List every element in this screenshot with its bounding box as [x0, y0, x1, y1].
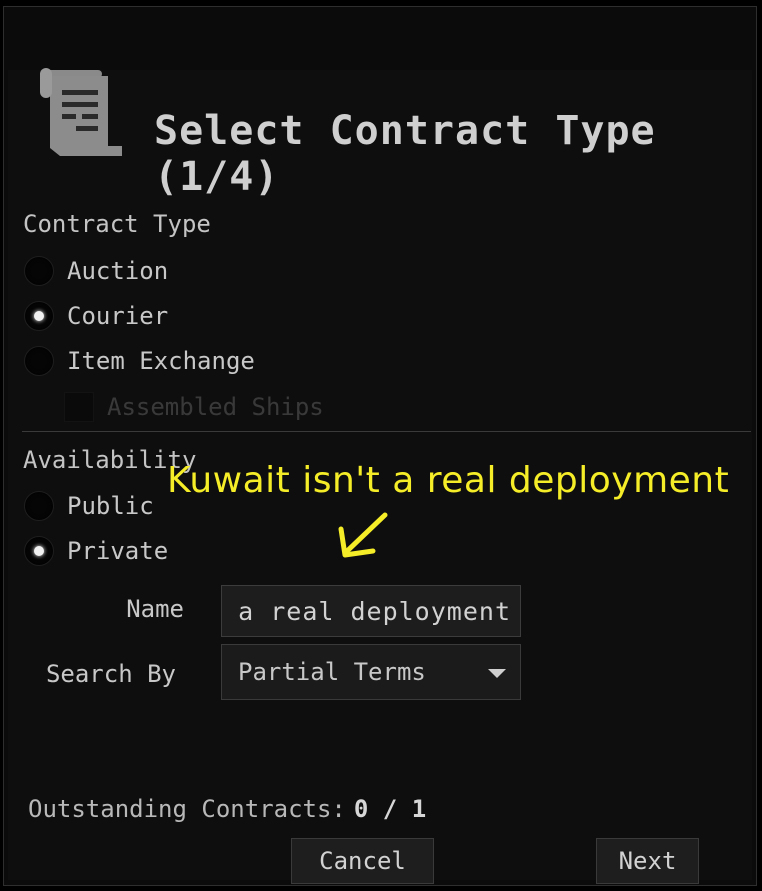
annotation-text: Kuwait isn't a real deployment — [167, 460, 730, 501]
radio-button[interactable] — [24, 491, 54, 521]
section-divider — [22, 431, 751, 432]
assembled-ships-label: Assembled Ships — [107, 393, 324, 421]
contract-scroll-icon — [40, 68, 122, 156]
radio-label: Private — [67, 537, 169, 565]
name-input-value: 't a real deployment — [221, 596, 511, 626]
radio-label: Item Exchange — [67, 347, 255, 375]
search-by-label: Search By — [45, 660, 176, 688]
page-title: Select Contract Type (1/4) — [154, 108, 656, 200]
radio-private[interactable]: Private — [24, 535, 168, 567]
radio-button[interactable] — [24, 256, 54, 286]
next-button[interactable]: Next — [596, 838, 699, 884]
outstanding-label: Outstanding Contracts: — [28, 795, 346, 823]
radio-item-exchange[interactable]: Item Exchange — [24, 345, 255, 377]
search-by-value: Partial Terms — [238, 658, 426, 686]
radio-button[interactable] — [24, 346, 54, 376]
outstanding-count: 0 / 1 — [353, 795, 427, 823]
radio-courier[interactable]: Courier — [24, 300, 168, 332]
radio-label: Auction — [67, 257, 169, 285]
assembled-ships-checkbox-row[interactable]: Assembled Ships — [64, 392, 324, 422]
radio-label: Courier — [67, 302, 169, 330]
radio-public[interactable]: Public — [24, 490, 154, 522]
radio-button[interactable] — [24, 301, 54, 331]
assembled-ships-checkbox[interactable] — [64, 392, 94, 422]
contract-type-heading: Contract Type — [23, 210, 211, 238]
arrow-icon — [338, 512, 388, 558]
search-by-dropdown[interactable]: Partial Terms — [221, 644, 521, 700]
name-input[interactable]: 't a real deployment — [221, 585, 521, 637]
radio-label: Public — [67, 492, 154, 520]
chevron-down-icon — [488, 669, 506, 678]
radio-auction[interactable]: Auction — [24, 255, 168, 287]
cancel-button[interactable]: Cancel — [291, 838, 434, 884]
radio-button[interactable] — [24, 536, 54, 566]
name-label: Name — [126, 595, 184, 623]
outstanding-contracts: Outstanding Contracts: 0 / 1 — [28, 795, 426, 823]
